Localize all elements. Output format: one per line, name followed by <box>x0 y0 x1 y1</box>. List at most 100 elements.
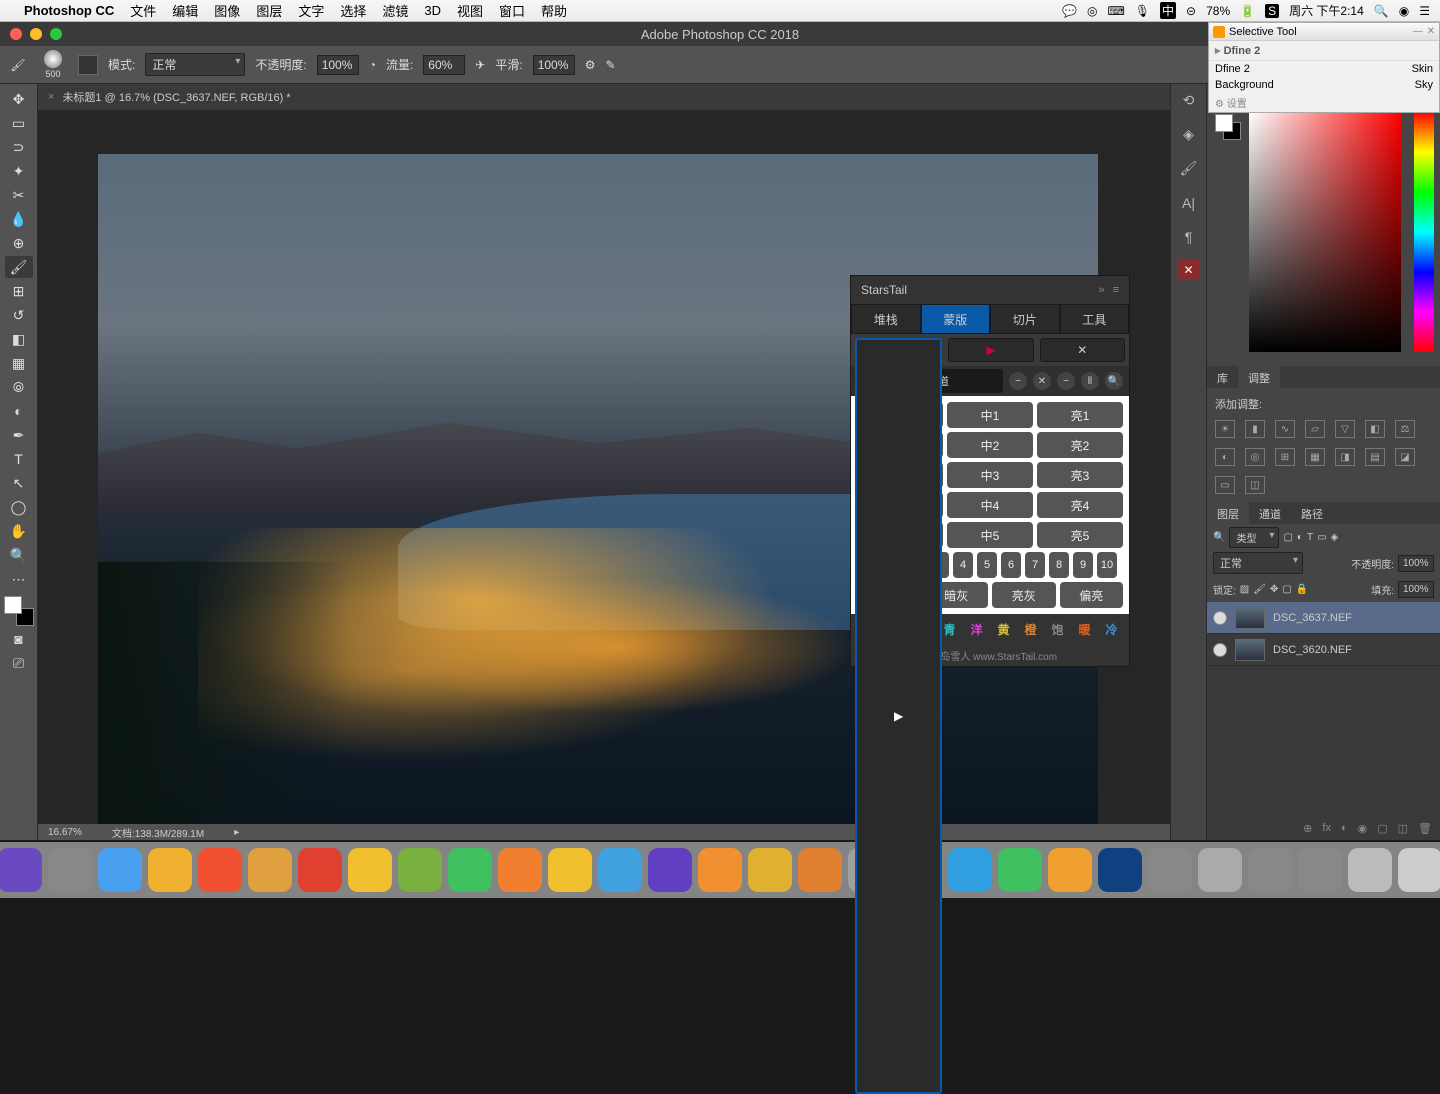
brightness-icon[interactable]: ☀ <box>1215 420 1235 438</box>
invert-icon[interactable]: ◨ <box>1335 448 1355 466</box>
status-arrow-icon[interactable]: ▸ <box>234 827 239 838</box>
grid-cell[interactable]: 亮1 <box>1037 402 1123 428</box>
lock-position-icon[interactable]: ✥ <box>1270 584 1278 595</box>
cloud-icon[interactable]: ◎ <box>1087 4 1097 18</box>
layer-fx-icon[interactable]: fx <box>1322 822 1331 834</box>
num-cell[interactable]: 7 <box>1025 552 1045 578</box>
ime-icon[interactable]: 中 <box>1160 2 1176 19</box>
character-panel-icon[interactable]: A| <box>1177 192 1201 214</box>
colorbalance-icon[interactable]: ⚖ <box>1395 420 1415 438</box>
new-layer-icon[interactable]: ◫ <box>1398 822 1408 835</box>
settings-icon[interactable]: ⚙ <box>585 58 596 72</box>
color-chip[interactable]: 青 <box>943 621 955 638</box>
bars-icon[interactable]: ⦀ <box>1081 372 1099 390</box>
clock[interactable]: 周六 下午2:14 <box>1289 2 1364 19</box>
lock-transparent-icon[interactable]: ▨ <box>1240 584 1249 595</box>
edit-toolbar[interactable]: ⋯ <box>5 568 33 590</box>
dock-item[interactable] <box>448 848 492 892</box>
grid-cell[interactable]: 亮5 <box>1037 522 1123 548</box>
stamp-tool[interactable]: ⊞ <box>5 280 33 302</box>
filter-image-icon[interactable]: ▢ <box>1283 532 1292 543</box>
expand-icon[interactable]: » <box>1098 284 1104 296</box>
selective-row[interactable]: BackgroundSky <box>1209 77 1439 93</box>
selective-row[interactable]: Dfine 2Skin <box>1209 61 1439 77</box>
curves-icon[interactable]: ∿ <box>1275 420 1295 438</box>
filter-shape-icon[interactable]: ▭ <box>1317 532 1326 543</box>
num-cell[interactable]: 4 <box>953 552 973 578</box>
new-fill-icon[interactable]: ◉ <box>1358 822 1368 835</box>
menu-select[interactable]: 选择 <box>340 1 366 20</box>
wifi-icon[interactable]: ⊝ <box>1186 4 1196 18</box>
quickmask-tool[interactable]: ◙ <box>5 628 33 650</box>
layer-thumb[interactable] <box>1235 607 1265 629</box>
history-brush-tool[interactable]: ↺ <box>5 304 33 326</box>
dock-item[interactable] <box>798 848 842 892</box>
blend-mode-select[interactable]: 正常 <box>145 53 245 76</box>
num-cell[interactable]: 10 <box>1097 552 1117 578</box>
layers-tab[interactable]: 图层 <box>1207 502 1249 524</box>
dock-item[interactable] <box>1248 848 1292 892</box>
paragraph-panel-icon[interactable]: ¶ <box>1177 226 1201 248</box>
selective-settings[interactable]: 设置 <box>1227 99 1247 110</box>
siri-icon[interactable]: ◉ <box>1399 4 1409 18</box>
brush-preset[interactable]: 500 <box>38 50 68 79</box>
paths-tab[interactable]: 路径 <box>1291 502 1333 524</box>
color-swatches[interactable] <box>4 596 34 626</box>
layer-item[interactable]: DSC_3620.NEF <box>1207 634 1440 666</box>
notification-icon[interactable]: ☰ <box>1419 4 1430 18</box>
num-cell[interactable]: 9 <box>1073 552 1093 578</box>
color-field[interactable] <box>1249 112 1401 352</box>
document-tab[interactable]: × 未标题1 @ 16.7% (DSC_3637.NEF, RGB/16) * <box>38 84 1170 110</box>
hand-tool[interactable]: ✋ <box>5 520 33 542</box>
num-cell[interactable]: 5 <box>977 552 997 578</box>
crop-tool[interactable]: ✂ <box>5 184 33 206</box>
levels-icon[interactable]: ▮ <box>1245 420 1265 438</box>
dock-item[interactable] <box>698 848 742 892</box>
smooth-input[interactable]: 100% <box>533 55 575 75</box>
bw-icon[interactable]: ◐ <box>1215 448 1235 466</box>
color-chip[interactable]: 饱 <box>1051 621 1063 638</box>
selective-tool-panel[interactable]: Selective Tool — ✕ ▸ Dfine 2 Dfine 2Skin… <box>1208 22 1440 113</box>
dock-item[interactable] <box>1148 848 1192 892</box>
minus2-icon[interactable]: − <box>1057 372 1075 390</box>
layer-item[interactable]: DSC_3637.NEF <box>1207 602 1440 634</box>
grid-cell[interactable]: 亮3 <box>1037 462 1123 488</box>
blur-tool[interactable]: ⦾ <box>5 376 33 398</box>
wechat-icon[interactable]: 💬 <box>1062 4 1077 18</box>
channels-tab[interactable]: 通道 <box>1249 502 1291 524</box>
marquee-tool[interactable]: ▭ <box>5 112 33 134</box>
tab-mask[interactable]: 蒙版 <box>921 304 991 334</box>
healing-tool[interactable]: ⊕ <box>5 232 33 254</box>
layer-name[interactable]: DSC_3637.NEF <box>1273 612 1352 624</box>
dock-item[interactable] <box>598 848 642 892</box>
minimize-icon[interactable]: — <box>1413 26 1423 37</box>
dock-item[interactable] <box>648 848 692 892</box>
selectivecolor-icon[interactable]: ◫ <box>1245 476 1265 494</box>
new-group-icon[interactable]: ▢ <box>1377 822 1387 835</box>
menu-image[interactable]: 图像 <box>214 1 240 20</box>
search-icon[interactable]: 🔍 <box>1105 372 1123 390</box>
link-layers-icon[interactable]: ⊕ <box>1303 822 1312 835</box>
cancel-icon[interactable]: ✕ <box>1033 372 1051 390</box>
path-tool[interactable]: ↖ <box>5 472 33 494</box>
brushes-panel-icon[interactable]: 🖌 <box>1177 158 1201 180</box>
doc-info[interactable]: 文档:138.3M/289.1M <box>112 825 204 840</box>
properties-panel-icon[interactable]: ◈ <box>1177 124 1201 146</box>
keyboard-icon[interactable]: ⌨ <box>1107 4 1124 18</box>
dock-item[interactable] <box>348 848 392 892</box>
delete-layer-icon[interactable]: 🗑 <box>1418 822 1432 835</box>
type-tool[interactable]: T <box>5 448 33 470</box>
dock-item[interactable] <box>498 848 542 892</box>
maximize-button[interactable] <box>50 28 62 40</box>
gradient-tool[interactable]: ▦ <box>5 352 33 374</box>
opacity-input[interactable]: 100% <box>317 55 359 75</box>
zoom-tool[interactable]: 🔍 <box>5 544 33 566</box>
menu-filter[interactable]: 滤镜 <box>382 1 408 20</box>
menu-view[interactable]: 视图 <box>457 1 483 20</box>
dock-item[interactable] <box>1298 848 1342 892</box>
selective-section[interactable]: Dfine 2 <box>1224 45 1261 57</box>
color-chip[interactable]: 洋 <box>970 621 982 638</box>
brush-swatch[interactable] <box>78 55 98 75</box>
dock-item[interactable] <box>1348 848 1392 892</box>
close-icon[interactable]: ✕ <box>1427 26 1435 37</box>
